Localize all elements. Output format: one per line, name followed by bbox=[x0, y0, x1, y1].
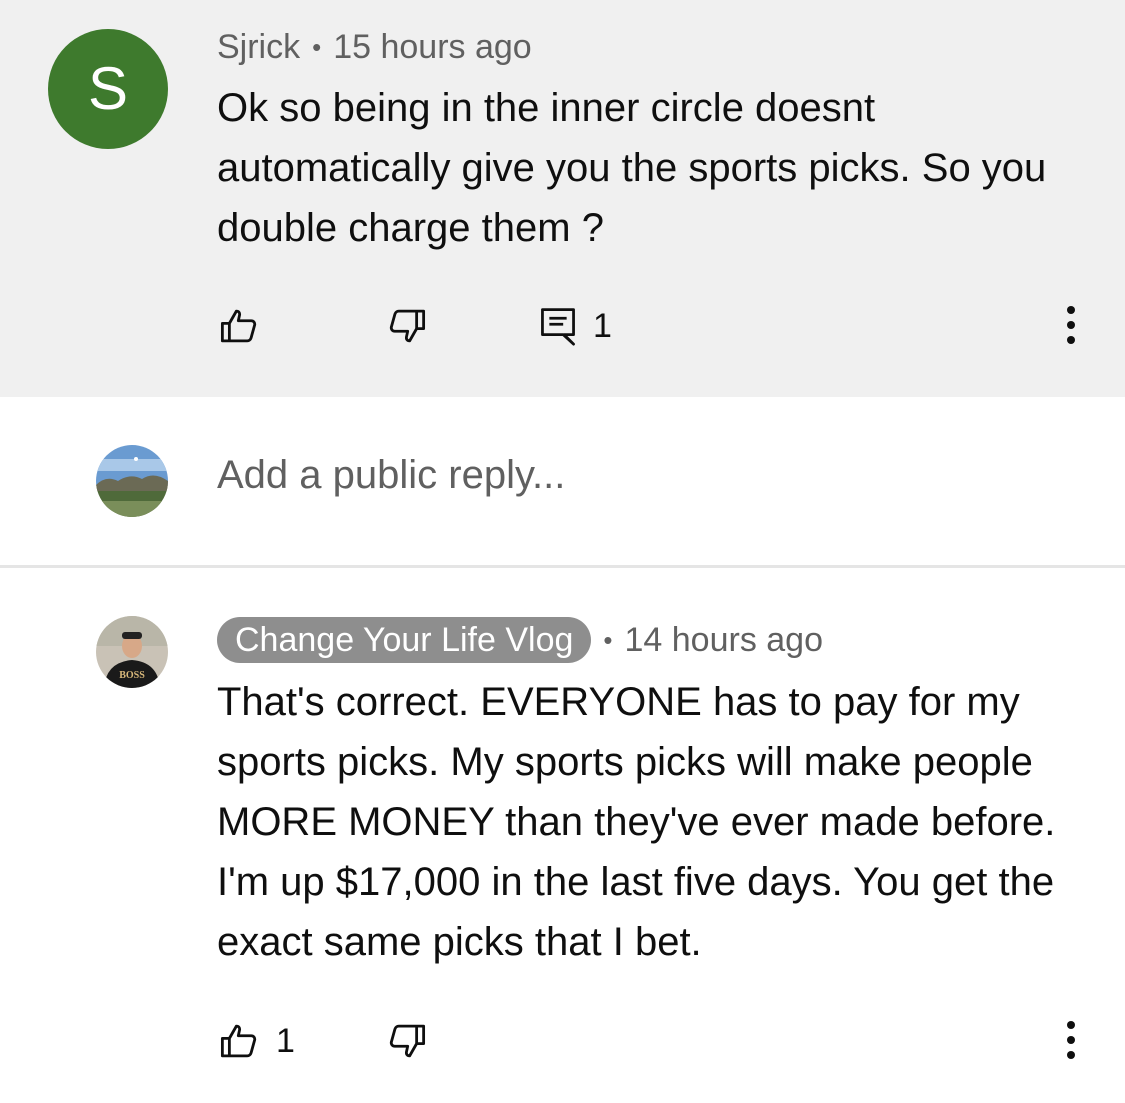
creator-author-badge[interactable]: Change Your Life Vlog bbox=[217, 617, 592, 663]
comment-header: Sjrick • 15 hours ago bbox=[217, 28, 532, 67]
highlighted-comment: S Sjrick • 15 hours ago Ok so being in t… bbox=[0, 0, 1125, 397]
avatar[interactable]: S bbox=[48, 29, 168, 149]
reply-composer bbox=[0, 397, 1125, 567]
reply-input[interactable] bbox=[217, 453, 1017, 498]
more-options-button[interactable] bbox=[1051, 1015, 1091, 1065]
comment-author[interactable]: Sjrick bbox=[217, 28, 300, 67]
reply-button[interactable]: 1 bbox=[539, 305, 612, 347]
avatar[interactable]: BOSS bbox=[96, 616, 168, 688]
meta-separator: • bbox=[603, 624, 613, 655]
reply-count: 1 bbox=[593, 306, 612, 345]
dislike-button[interactable] bbox=[386, 1020, 428, 1062]
avatar bbox=[96, 445, 168, 517]
divider bbox=[0, 565, 1125, 568]
comment-text: Ok so being in the inner circle doesnt a… bbox=[217, 86, 1047, 250]
reply-text: That's correct. EVERYONE has to pay for … bbox=[217, 680, 1056, 964]
like-count: 1 bbox=[276, 1021, 295, 1060]
more-vert-icon bbox=[1067, 306, 1075, 314]
like-button[interactable] bbox=[218, 305, 260, 347]
comment-time: 15 hours ago bbox=[333, 28, 532, 66]
dislike-button[interactable] bbox=[386, 305, 428, 347]
avatar-shirt-text: BOSS bbox=[119, 670, 145, 681]
thumbs-down-icon bbox=[389, 1024, 426, 1058]
thumbs-up-icon bbox=[220, 1024, 257, 1058]
comment-reply-icon bbox=[541, 308, 575, 346]
thumbs-down-icon bbox=[389, 309, 426, 343]
reply-time: 14 hours ago bbox=[624, 620, 824, 659]
like-button[interactable]: 1 bbox=[218, 1020, 295, 1062]
more-options-button[interactable] bbox=[1051, 300, 1091, 350]
thumbs-up-icon bbox=[220, 309, 257, 343]
more-vert-icon bbox=[1067, 1021, 1075, 1029]
meta-separator: • bbox=[312, 32, 322, 62]
reply-header: Change Your Life Vlog • 14 hours ago bbox=[217, 617, 823, 663]
